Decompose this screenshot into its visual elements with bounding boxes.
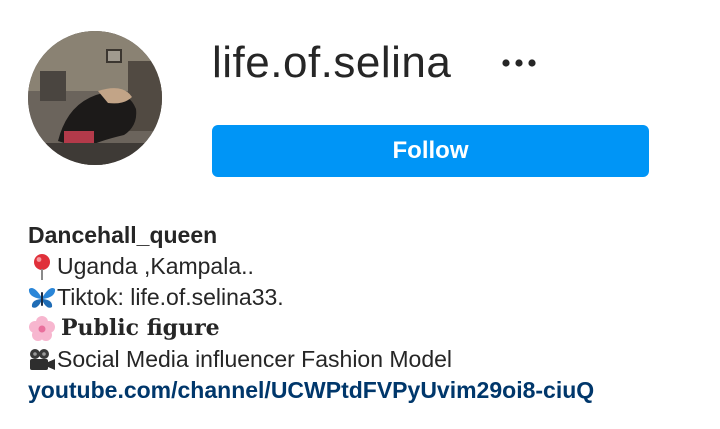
- butterfly-icon: [28, 284, 56, 312]
- more-options-icon: [502, 59, 536, 67]
- cherry-blossom-icon: [28, 315, 56, 343]
- bio-description-line: Social Media influencer Fashion Model: [28, 344, 708, 375]
- profile-bio: Dancehall_queen Uganda ,Kampala.. Tiktok…: [28, 220, 708, 406]
- bio-location-line: Uganda ,Kampala..: [28, 251, 708, 282]
- bio-link-line: youtube.com/channel/UCWPtdFVPyUvim29oi8-…: [28, 375, 708, 406]
- bio-full-name: Dancehall_queen: [28, 222, 218, 248]
- profile-photo: [28, 31, 162, 165]
- follow-button[interactable]: Follow: [212, 125, 649, 177]
- bio-category: Public figure: [61, 315, 220, 341]
- bio-tiktok: Tiktok: life.of.selina33.: [57, 284, 284, 310]
- bio-description: Social Media influencer Fashion Model: [57, 346, 453, 372]
- bio-category-line: Public figure: [28, 313, 708, 344]
- profile-username: life.of.selina: [212, 38, 452, 87]
- bio-tiktok-line: Tiktok: life.of.selina33.: [28, 282, 708, 313]
- profile-avatar[interactable]: [28, 31, 162, 165]
- bio-external-link[interactable]: youtube.com/channel/UCWPtdFVPyUvim29oi8-…: [28, 375, 594, 406]
- more-options-button[interactable]: [494, 46, 544, 80]
- round-pushpin-icon: [28, 253, 56, 281]
- bio-location: Uganda ,Kampala..: [57, 253, 254, 279]
- movie-camera-icon: [28, 346, 56, 374]
